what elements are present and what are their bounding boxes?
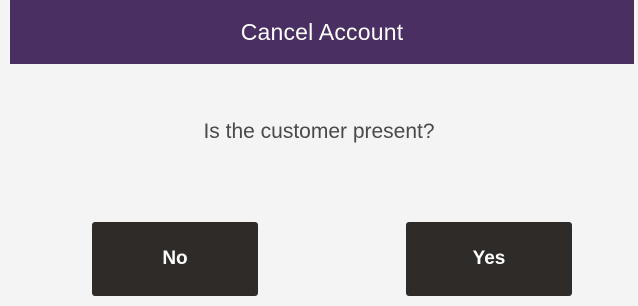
dialog-message: Is the customer present? — [203, 120, 435, 143]
yes-button-label: Yes — [472, 248, 506, 269]
dialog-title: Cancel Account — [240, 18, 404, 45]
dialog-title-bar: Cancel Account — [10, 0, 634, 64]
cancel-account-dialog: Cancel Account Is the customer present? … — [0, 0, 638, 306]
no-button-label: No — [162, 248, 188, 269]
no-button[interactable]: No — [92, 222, 258, 296]
yes-button[interactable]: Yes — [406, 222, 572, 296]
